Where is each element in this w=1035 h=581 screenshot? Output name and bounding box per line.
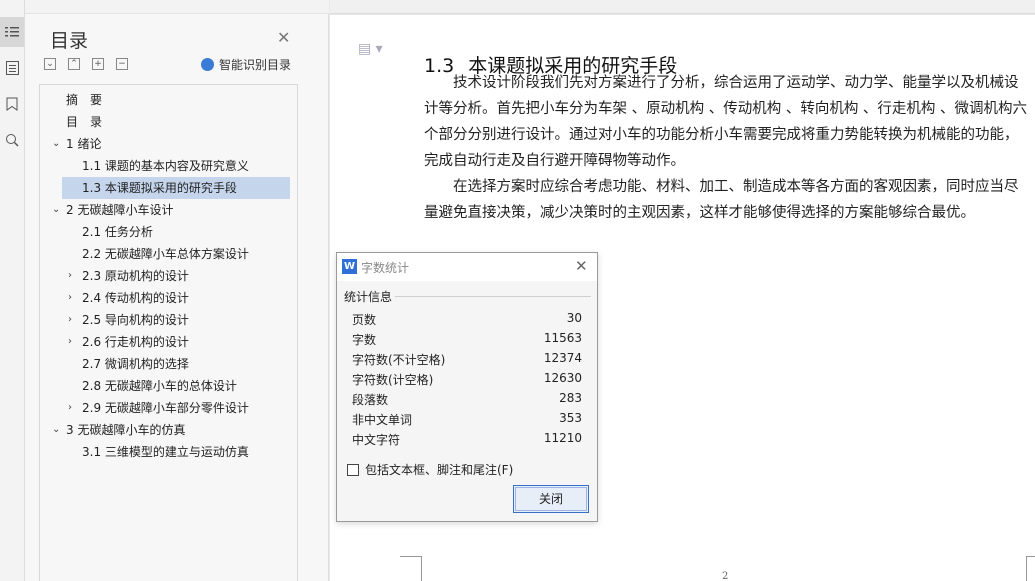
toc-list: 摘 要 目 录 ⌄ 1 绪论 1.1 课题的基本内容及研究意义 1.3 本课题拟采…	[39, 84, 298, 581]
toc-icon[interactable]	[0, 17, 24, 47]
toc-item-3[interactable]: ⌄ 3 无碳越障小车的仿真	[40, 419, 297, 441]
chevron-right-icon[interactable]: ›	[68, 265, 72, 287]
close-button[interactable]: 关闭	[513, 485, 589, 513]
page-icon[interactable]	[0, 53, 24, 83]
toc-item-1-3[interactable]: 1.3 本课题拟采用的研究手段	[62, 177, 290, 199]
group-divider	[395, 296, 591, 297]
chevron-down-icon[interactable]: ⌄	[52, 419, 60, 441]
smart-toc-button[interactable]: 智能识别目录	[201, 56, 291, 73]
toc-item-2-1[interactable]: 2.1 任务分析	[40, 221, 297, 243]
stat-non-chinese-words: 非中文单词 353	[352, 411, 582, 427]
bookmark-icon[interactable]	[0, 89, 24, 119]
toc-item-2-9[interactable]: › 2.9 无碳越障小车部分零件设计	[40, 397, 297, 419]
paragraph-2: 在选择方案时应综合考虑功能、材料、加工、制造成本等各方面的客观因素，同时应当尽量…	[424, 179, 1019, 221]
smart-toc-label: 智能识别目录	[219, 58, 292, 72]
wps-logo-icon: W	[342, 259, 357, 274]
smart-toc-icon	[201, 58, 214, 71]
toc-title: 目录	[50, 30, 89, 52]
close-icon[interactable]: ✕	[277, 28, 290, 47]
stat-chars-no-space: 字符数(不计空格) 12374	[352, 351, 582, 367]
include-textbox-checkbox[interactable]: 包括文本框、脚注和尾注(F)	[347, 461, 513, 478]
stat-words: 字数 11563	[352, 331, 582, 347]
toc-item-2-5[interactable]: › 2.5 导向机构的设计	[40, 309, 297, 331]
chevron-right-icon[interactable]: ›	[68, 331, 72, 353]
add-level-icon[interactable]: +	[92, 58, 104, 70]
document-icon[interactable]: ▤ ▾	[358, 41, 383, 57]
close-icon[interactable]: ✕	[575, 257, 588, 275]
toc-item-2-3[interactable]: › 2.3 原动机构的设计	[40, 265, 297, 287]
toc-item-2-2[interactable]: 2.2 无碳越障小车总体方案设计	[40, 243, 297, 265]
checkbox-box[interactable]	[347, 463, 359, 476]
paragraph-1: 技术设计阶段我们先对方案进行了分析，综合运用了运动学、动力学、能量学以及机械设计…	[424, 75, 1028, 169]
toc-item-2-6[interactable]: › 2.6 行走机构的设计	[40, 331, 297, 353]
chevron-right-icon[interactable]: ›	[68, 397, 72, 419]
toc-item-2-8[interactable]: 2.8 无碳越障小车的总体设计	[40, 375, 297, 397]
crop-mark	[400, 556, 422, 581]
previous-page-bottom	[330, 0, 1035, 14]
find-icon[interactable]	[0, 125, 24, 155]
toc-item-contents[interactable]: 目 录	[40, 111, 297, 133]
chevron-right-icon[interactable]: ›	[68, 287, 72, 309]
toc-item-1[interactable]: ⌄ 1 绪论	[40, 133, 297, 155]
checkbox-label: 包括文本框、脚注和尾注(F)	[365, 463, 514, 477]
crop-mark	[1026, 556, 1035, 581]
toc-item-2-7[interactable]: 2.7 微调机构的选择	[40, 353, 297, 375]
stat-chars-with-space: 字符数(计空格) 12630	[352, 371, 582, 387]
toc-item-3-1[interactable]: 3.1 三维模型的建立与运动仿真	[40, 441, 297, 463]
chevron-down-icon[interactable]: ⌄	[52, 199, 60, 221]
remove-level-icon[interactable]: −	[116, 58, 128, 70]
toc-item-2-4[interactable]: › 2.4 传动机构的设计	[40, 287, 297, 309]
left-icon-rail	[0, 0, 25, 581]
toc-panel: 目录 ✕ ⌄ ⌃ + − 智能识别目录 摘 要 目 录 ⌄ 1 绪论 1.1 课题…	[25, 0, 329, 581]
stat-pages: 页数 30	[352, 311, 582, 327]
dialog-title: 字数统计	[361, 261, 410, 275]
chevron-right-icon[interactable]: ›	[68, 309, 72, 331]
stat-paragraphs: 段落数 283	[352, 391, 582, 407]
dialog-titlebar[interactable]: W 字数统计 ✕	[337, 253, 597, 281]
collapse-all-icon[interactable]: ⌄	[44, 58, 56, 70]
group-label: 统计信息	[344, 290, 393, 304]
toc-item-abstract[interactable]: 摘 要	[40, 89, 297, 111]
chevron-down-icon[interactable]: ⌄	[52, 133, 60, 155]
expand-up-icon[interactable]: ⌃	[68, 58, 80, 70]
toc-item-2[interactable]: ⌄ 2 无碳越障小车设计	[40, 199, 297, 221]
toc-item-1-1[interactable]: 1.1 课题的基本内容及研究意义	[40, 155, 297, 177]
stat-chinese-chars: 中文字符 11210	[352, 431, 582, 447]
word-count-dialog: W 字数统计 ✕ 统计信息 页数 30 字数 11563 字符数(不计空格) 1237…	[336, 252, 598, 522]
toc-topbar	[25, 0, 329, 14]
page-number: 2	[722, 571, 729, 581]
